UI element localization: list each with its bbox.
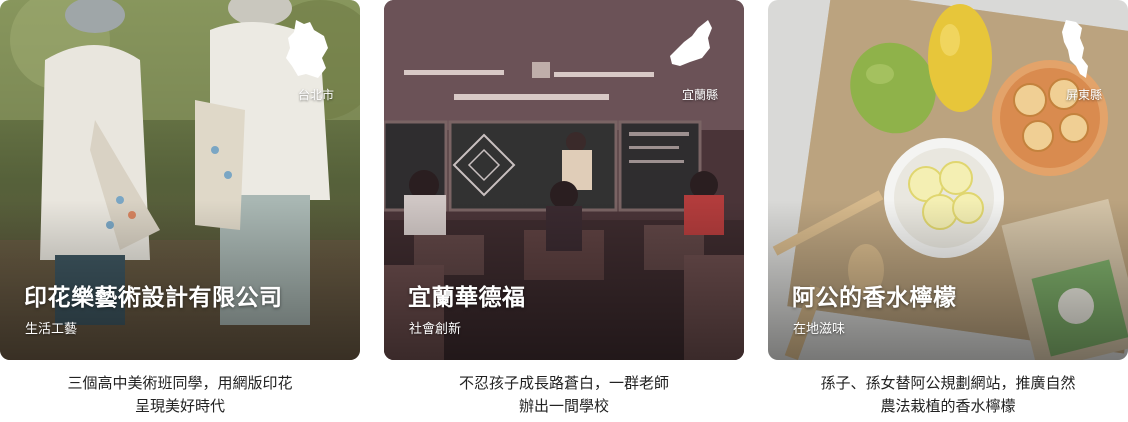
- pingtung-map-icon: [1062, 20, 1088, 78]
- region-label: 宜蘭縣: [681, 88, 718, 102]
- card-photo-forest-walkers[interactable]: 台北市 印花樂藝術設計有限公司 生活工藝: [0, 0, 360, 360]
- description-line: 呈現美好時代: [134, 397, 225, 415]
- card-title: 宜蘭華德福: [408, 285, 526, 311]
- description-line: 不忍孩子成長路蒼白，一群老師: [458, 374, 669, 392]
- card-description: 孫子、孫女替阿公規劃網站，推廣自然 農法栽植的香水檸檬: [768, 372, 1128, 418]
- card-category: 社會創新: [409, 322, 462, 337]
- card-title: 印花樂藝術設計有限公司: [24, 285, 283, 311]
- region-badge: 台北市: [284, 18, 346, 108]
- region-badge: 宜蘭縣: [668, 18, 730, 108]
- card-photo-lemons[interactable]: 屏東縣 阿公的香水檸檬 在地滋味: [768, 0, 1128, 360]
- story-card-waldorf[interactable]: 宜蘭縣 宜蘭華德福 社會創新 不忍孩子成長路蒼白，一群老師 辦出一間學校: [384, 0, 744, 422]
- yilan-map-icon: [670, 20, 712, 66]
- description-line: 農法栽植的香水檸檬: [880, 397, 1016, 415]
- card-category: 在地滋味: [793, 322, 846, 337]
- description-line: 辦出一間學校: [518, 397, 609, 415]
- card-photo-classroom[interactable]: 宜蘭縣 宜蘭華德福 社會創新: [384, 0, 744, 360]
- card-description: 不忍孩子成長路蒼白，一群老師 辦出一間學校: [384, 372, 744, 418]
- description-line: 孫子、孫女替阿公規劃網站，推廣自然: [820, 374, 1076, 392]
- story-card-list: 台北市 印花樂藝術設計有限公司 生活工藝 三個高中美術班同學，用網版印花 呈現美…: [0, 0, 1128, 422]
- taipei-map-icon: [286, 20, 328, 78]
- region-label: 台北市: [297, 88, 334, 102]
- story-card-printing[interactable]: 台北市 印花樂藝術設計有限公司 生活工藝 三個高中美術班同學，用網版印花 呈現美…: [0, 0, 360, 422]
- description-line: 三個高中美術班同學，用網版印花: [67, 374, 293, 392]
- region-badge: 屏東縣: [1052, 18, 1114, 108]
- card-description: 三個高中美術班同學，用網版印花 呈現美好時代: [0, 372, 360, 418]
- card-title: 阿公的香水檸檬: [792, 285, 957, 311]
- region-label: 屏東縣: [1065, 88, 1102, 102]
- card-category: 生活工藝: [25, 322, 78, 337]
- story-card-lemon[interactable]: 屏東縣 阿公的香水檸檬 在地滋味 孫子、孫女替阿公規劃網站，推廣自然 農法栽植的…: [768, 0, 1128, 422]
